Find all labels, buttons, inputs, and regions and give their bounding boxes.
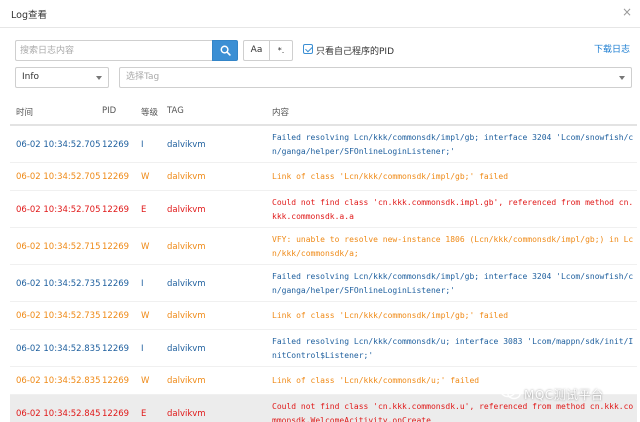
log-time: 06-02 10:34:52.735 (16, 311, 101, 321)
column-header-level[interactable]: 等级 (141, 106, 158, 118)
log-time: 06-02 10:34:52.835 (16, 344, 101, 354)
table-row[interactable]: 06-02 10:34:52.705 12269 Wdalvikvm Link of … (10, 163, 637, 191)
table-row[interactable]: 06-02 10:34:52.715 12269 Wdalvikvm VFY: una… (10, 228, 637, 265)
column-header-content[interactable]: 内容 (272, 106, 289, 118)
watermark-text: MQC测试平台 (524, 388, 604, 402)
level-select-value: Info (22, 72, 40, 82)
regex-toggle[interactable]: *. (269, 40, 293, 61)
log-level: W (141, 172, 150, 182)
log-level: W (141, 242, 150, 252)
table-row[interactable]: 06-02 10:34:52.735 12269 Wdalvikvm Link of … (10, 302, 637, 330)
log-pid: 12269 (102, 205, 130, 215)
log-time: 06-02 10:34:52.715 (16, 242, 101, 252)
log-table: 时间 PID 等级 TAG 内容 06-02 10:34:52.705 12269… (10, 98, 637, 422)
log-time: 06-02 10:34:52.705 (16, 205, 101, 215)
log-tag: dalvikvm (167, 409, 206, 419)
log-time: 06-02 10:34:52.845 (16, 409, 101, 419)
log-tag: dalvikvm (167, 242, 206, 252)
match-case-toggle[interactable]: Aa (243, 40, 270, 61)
table-row[interactable]: 06-02 10:34:52.705 12269 Edalvikvm Could no… (10, 191, 637, 228)
tag-select-placeholder: 选择Tag (126, 72, 160, 82)
log-tag: dalvikvm (167, 140, 206, 150)
log-pid: 12269 (102, 279, 130, 289)
log-level: I (141, 140, 144, 150)
search-icon (220, 45, 231, 56)
table-row[interactable]: 06-02 10:34:52.705 12269 Idalvikvm Failed r… (10, 126, 637, 163)
log-pid: 12269 (102, 140, 130, 150)
column-header-time[interactable]: 时间 (16, 106, 33, 118)
log-message: Failed resolving Lcn/kkk/commonsdk/impl/… (272, 133, 634, 156)
search-input[interactable] (15, 40, 212, 61)
log-tag: dalvikvm (167, 172, 206, 182)
log-level: E (141, 409, 147, 419)
log-message: VFY: unable to resolve new-instance 1806… (272, 235, 634, 258)
dialog-title: Log查看 (11, 10, 47, 21)
log-pid: 12269 (102, 344, 130, 354)
log-level: W (141, 311, 150, 321)
log-tag: dalvikvm (167, 311, 206, 321)
log-time: 06-02 10:34:52.735 (16, 279, 101, 289)
table-body: 06-02 10:34:52.705 12269 Idalvikvm Failed r… (10, 126, 637, 422)
log-time: 06-02 10:34:52.705 (16, 140, 101, 150)
column-header-tag[interactable]: TAG (167, 106, 184, 116)
chevron-down-icon (96, 76, 102, 80)
log-pid: 12269 (102, 242, 130, 252)
log-pid: 12269 (102, 409, 130, 419)
tag-select[interactable]: 选择Tag (119, 67, 632, 88)
log-message: Link of class 'Lcn/kkk/commonsdk/impl/gb… (272, 311, 509, 320)
log-message: Failed resolving Lcn/kkk/commonsdk/impl/… (272, 272, 634, 295)
log-tag: dalvikvm (167, 205, 206, 215)
search-button[interactable] (212, 40, 238, 61)
log-message: Link of class 'Lcn/kkk/commonsdk/impl/gb… (272, 172, 509, 181)
log-pid: 12269 (102, 172, 130, 182)
log-message: Could not find class 'cn.kkk.commonsdk.u… (272, 402, 634, 422)
dialog-titlebar: Log查看 × (0, 0, 640, 28)
own-pid-label[interactable]: 只看自己程序的PID (316, 44, 394, 57)
table-row[interactable]: 06-02 10:34:52.735 12269 Idalvikvm Failed r… (10, 265, 637, 302)
table-row[interactable]: 06-02 10:34:52.835 12269 Idalvikvm Failed r… (10, 330, 637, 367)
log-pid: 12269 (102, 311, 130, 321)
close-icon[interactable]: × (622, 6, 632, 18)
log-level: I (141, 279, 144, 289)
download-log-link[interactable]: 下载日志 (594, 42, 630, 55)
table-header: 时间 PID 等级 TAG 内容 (10, 98, 637, 126)
column-header-pid[interactable]: PID (102, 106, 116, 116)
log-tag: dalvikvm (167, 344, 206, 354)
log-message: Could not find class 'cn.kkk.commonsdk.i… (272, 198, 634, 221)
chevron-down-icon (619, 76, 625, 80)
own-pid-checkbox[interactable] (303, 44, 313, 54)
log-level: E (141, 205, 147, 215)
level-select[interactable]: Info (15, 67, 109, 88)
log-tag: dalvikvm (167, 376, 206, 386)
log-time: 06-02 10:34:52.705 (16, 172, 101, 182)
log-pid: 12269 (102, 376, 130, 386)
log-tag: dalvikvm (167, 279, 206, 289)
log-level: I (141, 344, 144, 354)
log-message: Failed resolving Lcn/kkk/commonsdk/u; in… (272, 337, 634, 360)
log-time: 06-02 10:34:52.835 (16, 376, 101, 386)
log-level: W (141, 376, 150, 386)
